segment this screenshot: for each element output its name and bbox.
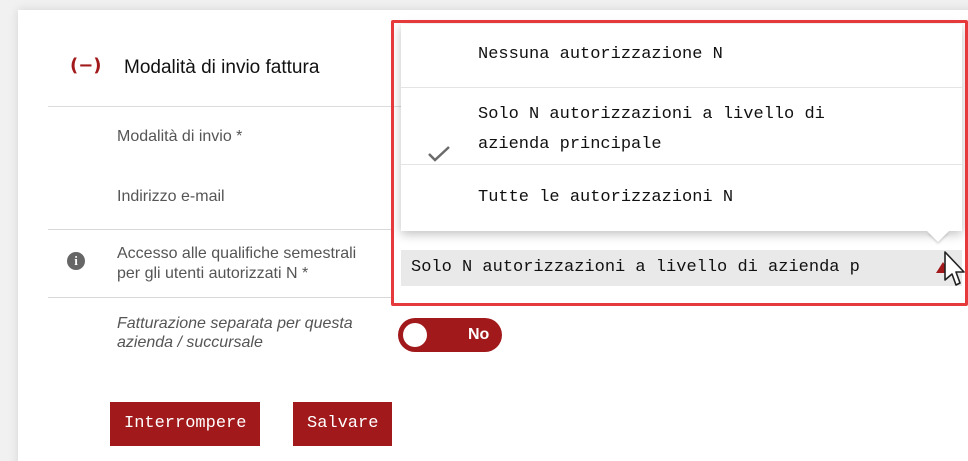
page: (−) Modalità di invio fattura Modalità d… [0, 0, 968, 461]
section-title: Modalità di invio fattura [124, 57, 320, 78]
toggle-knob [403, 323, 427, 347]
highlight-annotation [391, 20, 968, 306]
send-mode-label: Modalità di invio * [117, 128, 243, 145]
separate-billing-label-line2: azienda / succursale [117, 334, 263, 351]
info-icon[interactable]: i [67, 252, 85, 270]
save-button[interactable]: Salvare [293, 402, 393, 446]
row-divider [48, 229, 393, 230]
separate-billing-toggle[interactable]: No [398, 318, 502, 352]
collapse-icon[interactable]: (−) [70, 57, 102, 75]
email-label: Indirizzo e-mail [117, 188, 225, 205]
cancel-button[interactable]: Interrompere [110, 402, 261, 446]
toggle-label: No [468, 326, 490, 343]
access-label-line2: per gli utenti autorizzati N * [117, 265, 309, 282]
mouse-pointer-icon [944, 251, 965, 286]
section-header[interactable]: (−) Modalità di invio fattura [48, 30, 408, 107]
separate-billing-label-line1: Fatturazione separata per questa [117, 315, 353, 332]
row-divider [48, 297, 393, 298]
access-label-line1: Accesso alle qualifiche semestrali [117, 245, 357, 262]
